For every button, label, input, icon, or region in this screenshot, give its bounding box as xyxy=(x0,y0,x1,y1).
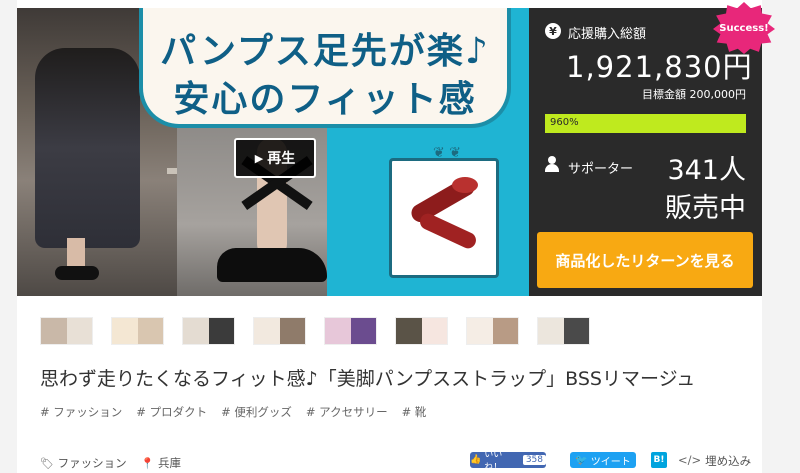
banner-line2: 安心のフィット感 xyxy=(173,79,477,120)
progress-bar: 960% xyxy=(545,114,746,133)
code-icon: </> xyxy=(678,453,702,467)
embed-link[interactable]: </> 埋め込み xyxy=(678,453,751,469)
image-thumbnail[interactable] xyxy=(253,317,306,345)
person-icon xyxy=(545,156,559,172)
image-thumbnail[interactable] xyxy=(466,317,519,345)
tag-link[interactable]: # プロダクト xyxy=(136,404,207,420)
project-page: ❦ ❦ パンプス足先が楽♪ 安心のフィット感 ▶ 再生 ¥ 応援購入総額 1,9… xyxy=(0,0,800,473)
image-thumbnail[interactable] xyxy=(324,317,377,345)
tag-link[interactable]: # 靴 xyxy=(402,404,427,420)
funding-stats-panel: ¥ 応援購入総額 1,921,830円 目標金額 200,000円 960% サ… xyxy=(529,8,762,296)
banner-line1: パンプス足先が楽♪ xyxy=(160,31,490,72)
project-video[interactable]: ❦ ❦ パンプス足先が楽♪ 安心のフィット感 ▶ 再生 xyxy=(17,8,529,296)
product-frame: ❦ ❦ xyxy=(389,145,499,278)
image-thumbnail-strip xyxy=(40,317,590,345)
hero-banner: パンプス足先が楽♪ 安心のフィット感 xyxy=(139,8,511,128)
view-returns-button[interactable]: 商品化したリターンを見る xyxy=(537,232,753,288)
image-thumbnail[interactable] xyxy=(182,317,235,345)
play-label: 再生 xyxy=(267,151,296,167)
project-meta: 🏷 ファッション 📍 兵庫 xyxy=(40,455,181,471)
tweet-label: ツイート xyxy=(590,456,631,468)
project-title: 思わず走りたくなるフィット感♪「美脚パンプスストラップ」BSSリマージュ xyxy=(40,368,696,390)
facebook-like-button[interactable]: 👍 いいね！ 358 xyxy=(470,450,546,473)
total-label: 応援購入総額 xyxy=(568,27,647,42)
image-thumbnail[interactable] xyxy=(111,317,164,345)
supporters-label: サポーター xyxy=(568,162,634,177)
play-button[interactable]: ▶ 再生 xyxy=(234,138,316,178)
play-icon: ▶ xyxy=(254,151,264,165)
like-count: 358 xyxy=(522,455,546,465)
total-amount: 1,921,830円 xyxy=(566,50,753,84)
twitter-bird-icon: 🐦 xyxy=(575,454,588,466)
yen-icon: ¥ xyxy=(545,23,561,39)
thumbs-up-icon: 👍 xyxy=(470,455,482,465)
image-thumbnail[interactable] xyxy=(40,317,93,345)
progress-percent: 960% xyxy=(550,117,579,128)
tag-link[interactable]: # ファッション xyxy=(40,404,122,420)
embed-label: 埋め込み xyxy=(705,454,752,468)
category-link[interactable]: 🏷 ファッション xyxy=(40,455,127,471)
tag-link[interactable]: # アクセサリー xyxy=(306,404,388,420)
hatena-bookmark-button[interactable]: B! xyxy=(651,452,667,468)
image-thumbnail[interactable] xyxy=(537,317,590,345)
supporters-count: 341人 xyxy=(667,155,746,186)
like-label: いいね！ xyxy=(484,450,503,473)
location-pin-icon: 📍 xyxy=(140,457,155,470)
category-label: ファッション xyxy=(57,456,127,470)
status-text: 販売中 xyxy=(665,193,746,224)
tag-link[interactable]: # 便利グッズ xyxy=(221,404,292,420)
goal-amount: 目標金額 200,000円 xyxy=(642,88,746,101)
image-thumbnail[interactable] xyxy=(395,317,448,345)
location-link[interactable]: 📍 兵庫 xyxy=(141,455,181,471)
tag-list: # ファッション # プロダクト # 便利グッズ # アクセサリー # 靴 xyxy=(40,404,426,420)
tweet-button[interactable]: 🐦 ツイート xyxy=(570,452,636,468)
location-label: 兵庫 xyxy=(157,456,181,470)
tag-icon: 🏷 xyxy=(40,457,54,470)
